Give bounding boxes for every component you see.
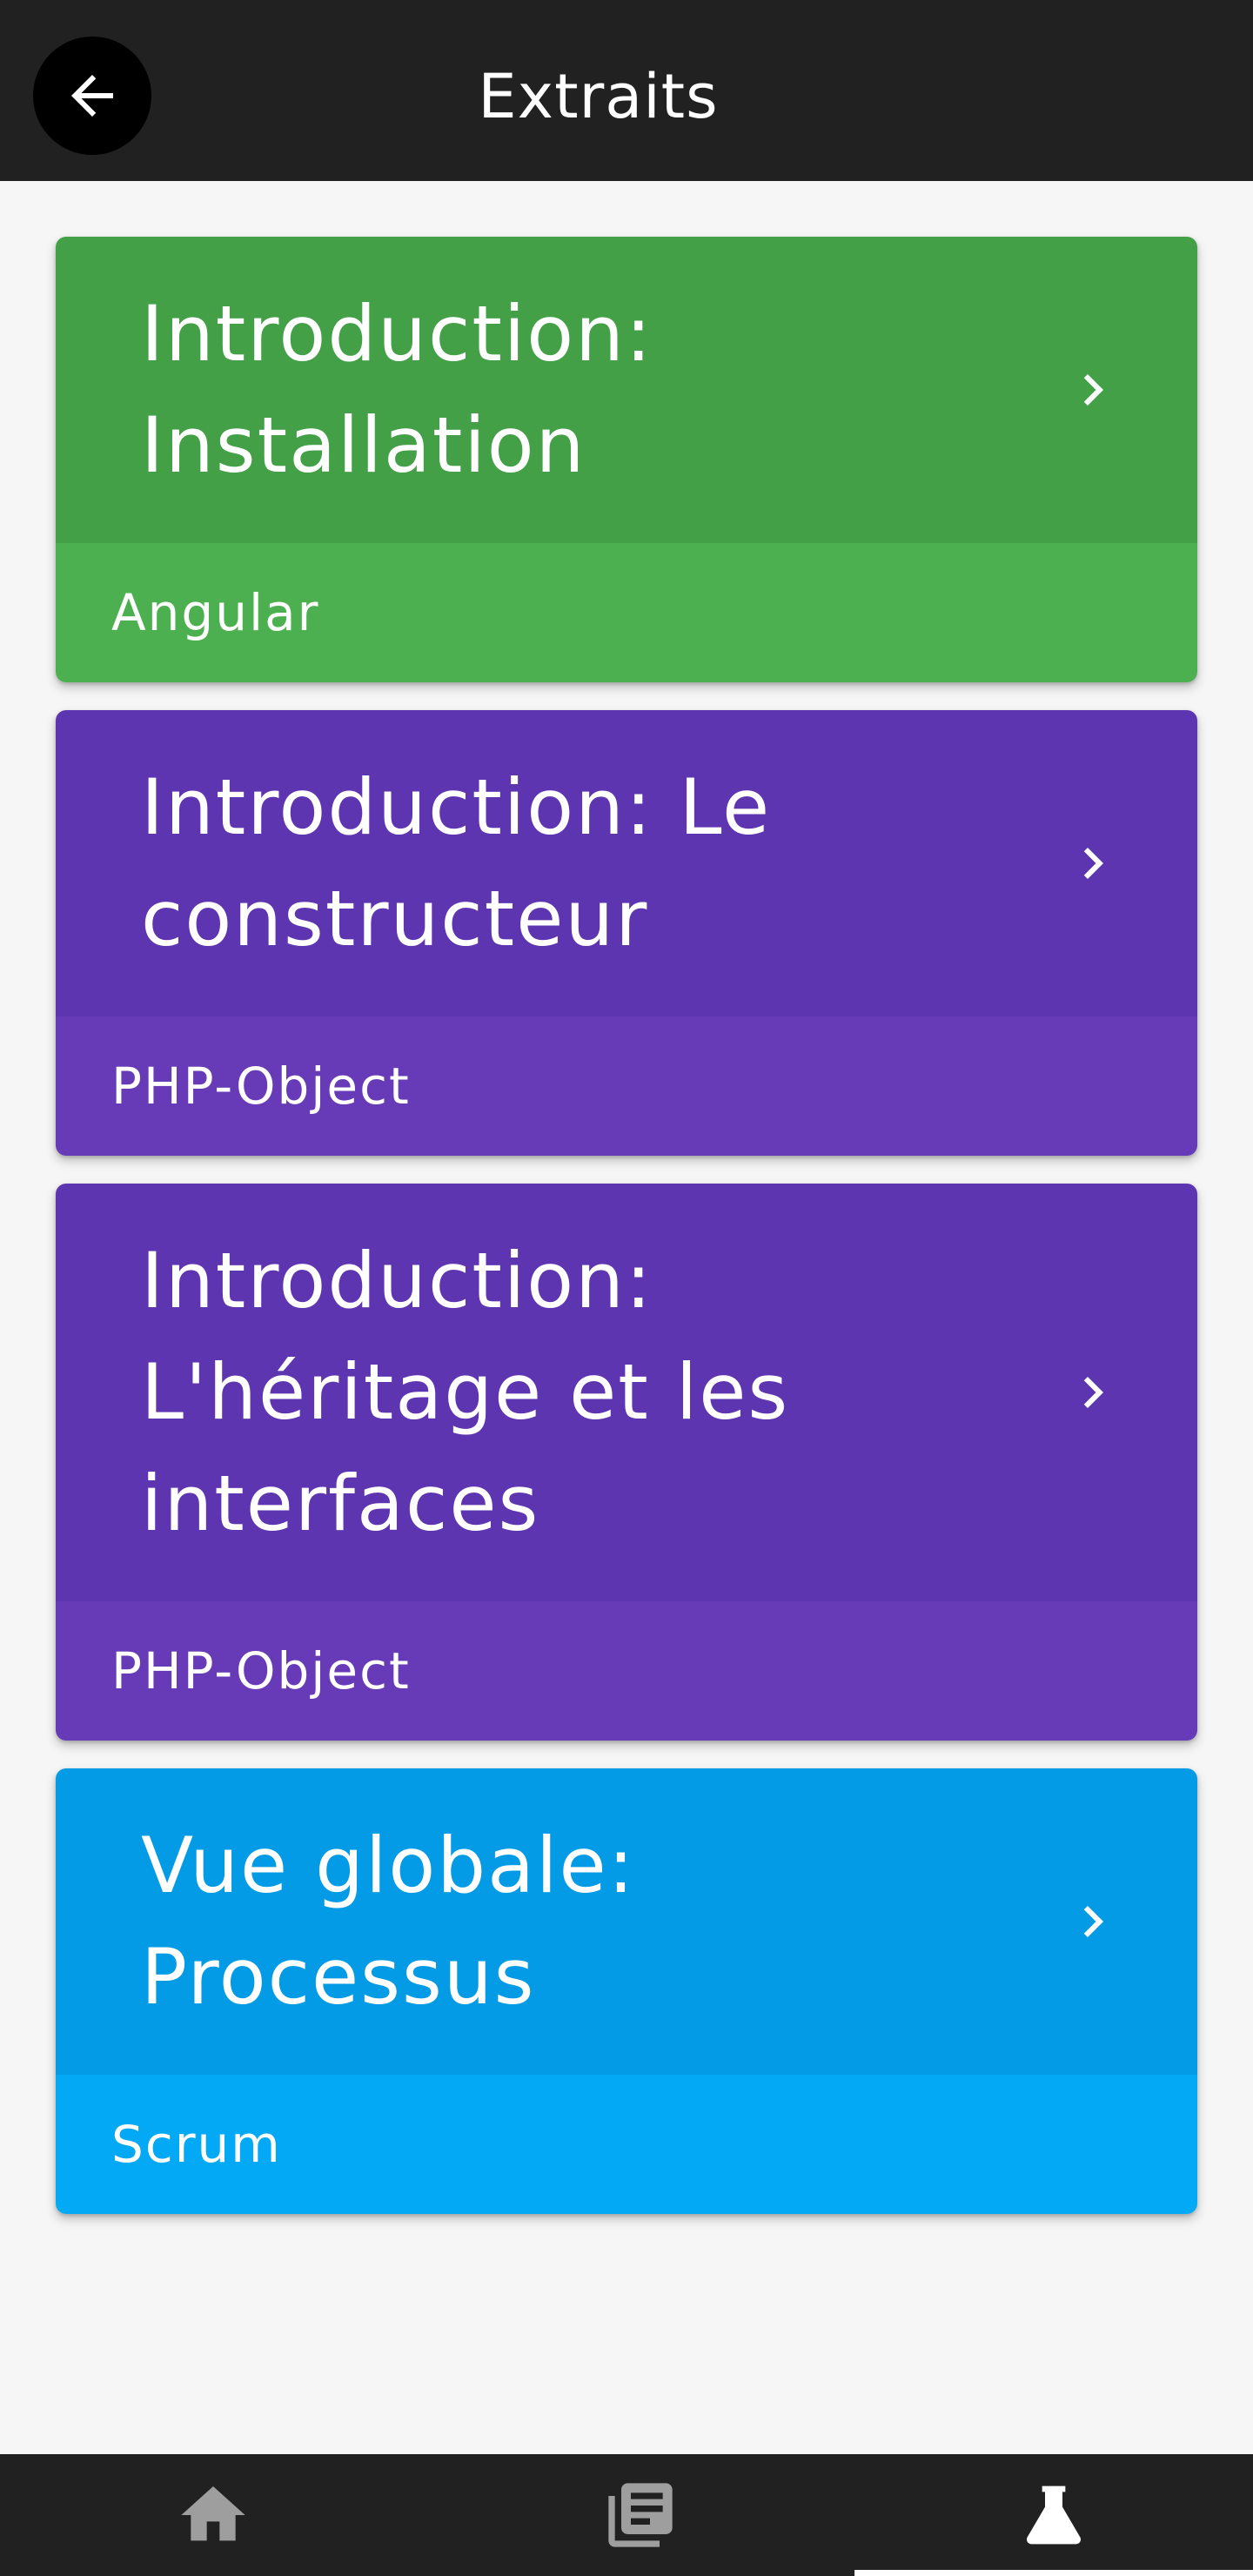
active-tab-indicator — [854, 2570, 1253, 2576]
chevron-right-icon — [1083, 848, 1103, 879]
extract-card-processus[interactable]: Vue globale: Processus Scrum — [56, 1768, 1197, 2214]
card-title: Introduction: Le constructeur — [141, 762, 772, 963]
nav-library[interactable] — [426, 2454, 854, 2576]
card-header: Vue globale: Processus — [56, 1768, 1197, 2075]
card-header: Introduction: Installation — [56, 237, 1197, 543]
chevron-right-icon — [1083, 1377, 1103, 1408]
extract-card-heritage[interactable]: Introduction: L'héritage et les interfac… — [56, 1184, 1197, 1741]
card-header: Introduction: L'héritage et les interfac… — [56, 1184, 1197, 1601]
card-category: PHP-Object — [56, 1016, 1197, 1156]
chevron-right-icon — [1083, 1906, 1103, 1937]
card-title: Introduction: L'héritage et les interfac… — [141, 1236, 790, 1548]
card-category: Angular — [56, 543, 1197, 682]
page-title: Extraits — [478, 61, 719, 132]
nav-home[interactable] — [0, 2454, 426, 2576]
nav-extracts[interactable] — [854, 2454, 1253, 2576]
extract-card-installation[interactable]: Introduction: Installation Angular — [56, 237, 1197, 682]
card-title: Introduction: Installation — [141, 289, 653, 490]
card-title: Vue globale: Processus — [141, 1821, 636, 2022]
chevron-right-icon — [1083, 374, 1103, 406]
flask-icon — [1026, 2485, 1082, 2545]
library-books-icon — [608, 2483, 673, 2547]
card-header: Introduction: Le constructeur — [56, 710, 1197, 1016]
app-bar: Extraits — [0, 0, 1253, 181]
home-icon — [181, 2486, 245, 2541]
card-category: Scrum — [56, 2075, 1197, 2214]
bottom-navigation — [0, 2454, 1253, 2576]
card-category: PHP-Object — [56, 1601, 1197, 1741]
extract-card-constructeur[interactable]: Introduction: Le constructeur PHP-Object — [56, 710, 1197, 1156]
